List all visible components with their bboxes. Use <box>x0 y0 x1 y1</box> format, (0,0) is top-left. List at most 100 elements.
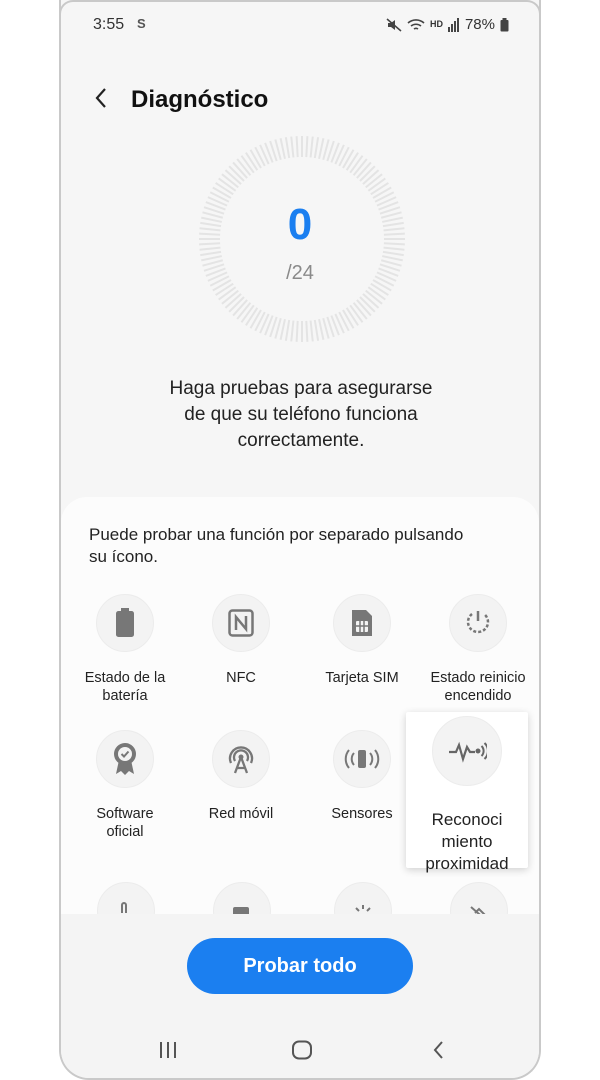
proximity-icon <box>432 716 502 786</box>
tile-label-line: proximidad <box>425 854 509 873</box>
ring-tick <box>240 304 255 323</box>
antenna-icon <box>212 730 270 788</box>
test-tile-restart[interactable]: Estado reinicio encendido <box>420 594 536 705</box>
test-tile-sensors[interactable]: Sensores <box>304 730 420 823</box>
tile-label: Tarjeta SIM <box>304 669 420 687</box>
ring-tick <box>318 138 325 159</box>
ring-tick <box>249 149 262 169</box>
ring-tick <box>309 320 314 342</box>
ring-tick <box>212 186 232 199</box>
score-total: /24 <box>286 262 314 284</box>
ring-tick <box>365 173 383 189</box>
phone-top-edge <box>59 0 541 14</box>
tile-label-line: Red móvil <box>208 806 274 822</box>
recents-button[interactable] <box>153 1040 183 1064</box>
ring-tick <box>345 152 359 171</box>
ring-tick <box>279 319 286 340</box>
ring-tick <box>349 155 364 174</box>
s-indicator: S <box>137 16 146 31</box>
ring-tick <box>309 136 314 158</box>
ring-tick <box>349 304 364 323</box>
status-bar: 3:55 S HD 78% <box>61 10 539 40</box>
ring-tick <box>215 282 234 296</box>
test-tile-battery[interactable]: Estado de la batería <box>67 594 183 705</box>
recents-icon <box>158 1041 178 1064</box>
tile-label: Sensores <box>304 805 420 823</box>
ring-tick <box>345 307 359 326</box>
ring-tick <box>305 136 309 158</box>
ring-tick <box>352 158 368 176</box>
ring-tick <box>290 136 295 158</box>
test-tile-mobile-network[interactable]: Red móvil <box>183 730 299 823</box>
phone-frame: 3:55 S HD 78% Diagnóstico 0 /24 Haga pru… <box>59 0 541 1080</box>
ring-tick <box>249 309 262 329</box>
card-hint: Puede probar una función por separado pu… <box>89 524 509 568</box>
hd-voice-icon: HD <box>429 19 443 29</box>
ring-tick <box>200 250 222 257</box>
tile-label-line: batería <box>102 688 148 704</box>
ring-tick <box>367 177 386 192</box>
tile-label-line: Software <box>96 806 154 822</box>
nav-back-button[interactable] <box>423 1040 453 1064</box>
ring-tick <box>221 289 239 305</box>
battery-percent: 78% <box>464 16 495 33</box>
ring-tick <box>240 155 255 174</box>
score-value: 0 <box>287 200 313 249</box>
test-tile-nfc[interactable]: NFC <box>183 594 299 687</box>
hint-line: Puede probar una función por separado pu… <box>89 525 464 544</box>
ring-tick <box>370 282 389 296</box>
ring-tick <box>218 177 237 192</box>
ring-tick <box>236 158 252 176</box>
test-tile-software[interactable]: Software oficial <box>67 730 183 841</box>
tile-label-line: Sensores <box>331 806 393 822</box>
bottom-panel: Probar todo <box>61 914 539 1078</box>
ring-tick <box>295 136 299 158</box>
ring-tick <box>215 182 234 196</box>
back-button[interactable] <box>85 84 117 116</box>
ring-tick <box>295 320 299 342</box>
ring-tick <box>305 320 309 342</box>
mute-icon <box>386 17 402 32</box>
tile-label-line: Estado de la <box>84 670 166 686</box>
certificate-icon <box>96 730 154 788</box>
home-icon <box>291 1040 313 1065</box>
tile-label: Estado de la batería <box>67 669 183 705</box>
ring-tick <box>352 302 368 320</box>
ring-tick <box>342 149 355 169</box>
tests-card: Puede probar una función por separado pu… <box>61 497 539 940</box>
status-time: 3:55 <box>93 16 125 33</box>
tile-label-line: encendido <box>444 688 512 704</box>
home-button[interactable] <box>287 1040 317 1064</box>
power-restart-icon <box>449 594 507 652</box>
test-tile-sim[interactable]: Tarjeta SIM <box>304 594 420 687</box>
signal-icon <box>447 17 460 32</box>
ring-tick <box>290 320 295 342</box>
nfc-icon <box>212 594 270 652</box>
tile-label-line: miento <box>441 832 493 851</box>
intro-line: de que su teléfono funciona <box>184 404 418 425</box>
wifi-icon <box>407 18 425 32</box>
navigation-bar <box>61 1032 539 1072</box>
battery-icon <box>96 594 154 652</box>
ring-tick <box>245 307 259 326</box>
ring-tick <box>342 309 355 329</box>
tile-label-line: NFC <box>226 670 256 686</box>
test-tile-proximity[interactable]: Reconoci miento proximidad <box>406 712 528 873</box>
ring-tick <box>284 137 291 159</box>
ring-tick <box>201 255 222 262</box>
battery-icon <box>500 17 509 32</box>
ring-tick <box>236 302 252 320</box>
ring-tick <box>382 250 404 257</box>
test-all-button[interactable]: Probar todo <box>187 938 413 994</box>
sim-card-icon <box>333 594 391 652</box>
page-title: Diagnóstico <box>131 86 269 113</box>
tile-label-line: oficial <box>106 824 144 840</box>
tile-label-line: Tarjeta SIM <box>325 670 399 686</box>
tile-label-line: Reconoci <box>431 810 503 829</box>
ring-tick <box>221 173 239 189</box>
ring-tick <box>367 286 386 301</box>
status-icons: HD 78% <box>386 16 509 33</box>
ring-tick <box>218 286 237 301</box>
intro-text: Haga pruebas para asegurarse de que su t… <box>101 376 501 454</box>
tile-label: Red móvil <box>183 805 299 823</box>
